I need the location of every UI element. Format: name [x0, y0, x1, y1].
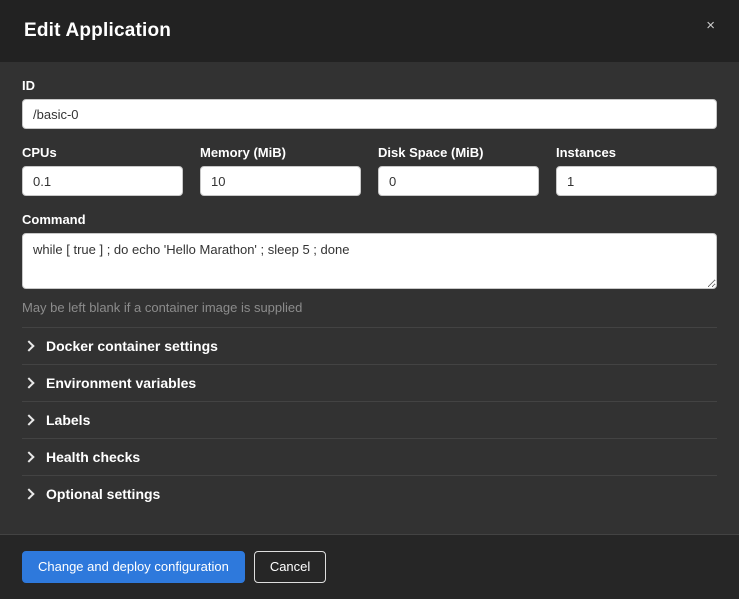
modal-body: ID CPUs Memory (MiB) Disk Space (MiB) In…: [0, 62, 739, 534]
section-label: Health checks: [46, 449, 140, 465]
memory-field-group: Memory (MiB): [200, 145, 361, 196]
instances-input[interactable]: [556, 166, 717, 196]
section-optional-settings[interactable]: Optional settings: [22, 475, 717, 512]
modal-title: Edit Application: [24, 20, 171, 42]
modal-header: Edit Application ×: [0, 0, 739, 62]
chevron-right-icon: [23, 340, 34, 351]
section-label: Labels: [46, 412, 90, 428]
section-label: Optional settings: [46, 486, 160, 502]
section-label: Environment variables: [46, 375, 196, 391]
change-and-deploy-button[interactable]: Change and deploy configuration: [22, 551, 245, 583]
memory-input[interactable]: [200, 166, 361, 196]
disk-input[interactable]: [378, 166, 539, 196]
section-docker-container-settings[interactable]: Docker container settings: [22, 327, 717, 364]
instances-label: Instances: [556, 145, 717, 160]
command-help-text: May be left blank if a container image i…: [22, 300, 717, 315]
chevron-right-icon: [23, 451, 34, 462]
cancel-button[interactable]: Cancel: [254, 551, 326, 583]
chevron-right-icon: [23, 488, 34, 499]
memory-label: Memory (MiB): [200, 145, 361, 160]
chevron-right-icon: [23, 414, 34, 425]
command-label: Command: [22, 212, 717, 227]
id-field-group: ID: [22, 78, 717, 129]
cpus-field-group: CPUs: [22, 145, 183, 196]
collapsible-sections: Docker container settings Environment va…: [22, 327, 717, 512]
resources-row: CPUs Memory (MiB) Disk Space (MiB) Insta…: [22, 145, 717, 196]
command-field-group: Command while [ true ] ; do echo 'Hello …: [22, 212, 717, 315]
modal-footer: Change and deploy configuration Cancel: [0, 534, 739, 599]
id-label: ID: [22, 78, 717, 93]
section-health-checks[interactable]: Health checks: [22, 438, 717, 475]
cpus-input[interactable]: [22, 166, 183, 196]
close-icon[interactable]: ×: [706, 18, 715, 33]
command-textarea[interactable]: while [ true ] ; do echo 'Hello Marathon…: [22, 233, 717, 289]
cpus-label: CPUs: [22, 145, 183, 160]
instances-field-group: Instances: [556, 145, 717, 196]
id-input[interactable]: [22, 99, 717, 129]
section-labels[interactable]: Labels: [22, 401, 717, 438]
disk-label: Disk Space (MiB): [378, 145, 539, 160]
section-label: Docker container settings: [46, 338, 218, 354]
section-environment-variables[interactable]: Environment variables: [22, 364, 717, 401]
edit-application-modal: Edit Application × ID CPUs Memory (MiB) …: [0, 0, 739, 599]
chevron-right-icon: [23, 377, 34, 388]
disk-field-group: Disk Space (MiB): [378, 145, 539, 196]
